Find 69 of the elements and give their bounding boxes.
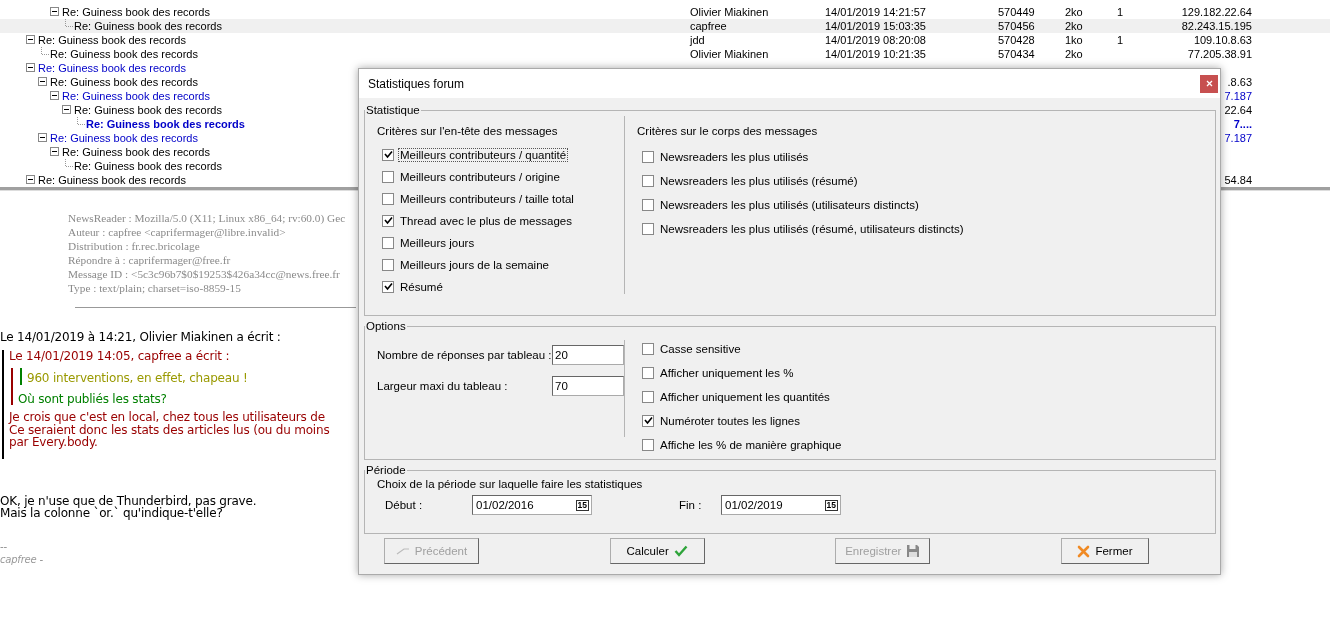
- message-header-line: Auteur : capfree <caprifermager@libre.invalid>: [68, 225, 287, 239]
- table-cell: 570434: [998, 48, 1035, 60]
- section-heading: Critères sur l'en-tête des messages: [377, 125, 559, 137]
- message-header-line: Type : text/plain; charset=iso-8859-15: [68, 281, 242, 295]
- table-cell: 2ko: [1065, 6, 1083, 18]
- table-cell: 570428: [998, 34, 1035, 46]
- message-header-line: Distribution : fr.rec.bricolage: [68, 239, 201, 253]
- table-cell: 7....: [1233, 118, 1252, 130]
- table-cell: 14/01/2019 08:20:08: [825, 34, 926, 46]
- table-cell: .8.63: [1227, 76, 1252, 88]
- date-label: Début :: [384, 499, 424, 511]
- period-description: Choix de la période sur laquelle faire les statistiques: [377, 478, 644, 490]
- table-cell: 2ko: [1065, 20, 1083, 32]
- table-cell: 2ko: [1065, 48, 1083, 60]
- thread-subject: Re: Guiness book des records: [86, 118, 245, 130]
- table-cell: Olivier Miakinen: [690, 48, 769, 60]
- thread-subject: Re: Guiness book des records: [74, 20, 222, 32]
- field-label: Nombre de réponses par tableau :: [377, 349, 552, 361]
- table-cell: 14/01/2019 14:21:57: [825, 6, 926, 18]
- section-heading: Critères sur le corps des messages: [637, 125, 819, 138]
- thread-subject: Re: Guiness book des records: [62, 146, 210, 158]
- table-cell: 1ko: [1065, 34, 1083, 46]
- group-legend: Période: [365, 464, 407, 476]
- table-cell: 14/01/2019 10:21:35: [825, 48, 926, 60]
- message-header-line: Message ID : <5c3c96b7$0$19253$426a34cc@news.free.fr: [68, 267, 341, 281]
- message-line: Ce seraient donc les stats des articles lus (ou du moins: [9, 423, 331, 436]
- table-cell: 7.187: [1224, 90, 1252, 102]
- message-line: Le 14/01/2019 à 14:21, Olivier Miakinen a écrit :: [0, 331, 282, 344]
- date-label: Fin :: [678, 499, 703, 511]
- message-line: OK, je n'use que de Thunderbird, pas grave.: [0, 494, 258, 507]
- group-legend: Statistique: [365, 104, 421, 116]
- table-cell: 82.243.15.195: [1181, 20, 1252, 32]
- signature-line: capfree -: [0, 552, 44, 566]
- thread-subject: Re: Guiness book des records: [38, 34, 186, 46]
- thread-subject: Re: Guiness book des records: [38, 174, 186, 186]
- thread-subject: Re: Guiness book des records: [38, 62, 186, 74]
- table-cell: capfree: [690, 20, 727, 32]
- table-cell: 129.182.22.64: [1181, 6, 1252, 18]
- dialog-title: Statistiques forum: [368, 76, 465, 91]
- message-line: 960 interventions, en effet, chapeau !: [27, 372, 249, 385]
- message-header-line: Répondre à : caprifermager@free.fr: [68, 253, 232, 267]
- thread-subject: Re: Guiness book des records: [74, 160, 222, 172]
- table-cell: 7.187: [1224, 132, 1252, 144]
- thread-subject: Re: Guiness book des records: [50, 48, 198, 60]
- message-line: Où sont publiés les stats?: [18, 392, 168, 405]
- signature-line: --: [0, 539, 8, 553]
- group-legend: Options: [365, 320, 407, 332]
- table-cell: jdd: [690, 34, 705, 46]
- message-line: Je crois que c'est en local, chez tous les utilisateurs de: [9, 411, 325, 424]
- thread-subject: Re: Guiness book des records: [62, 6, 210, 18]
- message-line: par Every.body.: [9, 436, 99, 449]
- table-cell: Olivier Miakinen: [690, 6, 769, 18]
- thread-subject: Re: Guiness book des records: [50, 76, 198, 88]
- message-header-line: NewsReader : Mozilla/5.0 (X11; Linux x86_64; rv:60.0) Gec: [68, 211, 347, 225]
- table-cell: 570456: [998, 20, 1035, 32]
- table-cell: 570449: [998, 6, 1035, 18]
- thread-subject: Re: Guiness book des records: [62, 90, 210, 102]
- message-line: Le 14/01/2019 14:05, capfree a écrit :: [9, 349, 231, 362]
- field-label: Largeur maxi du tableau :: [377, 380, 509, 392]
- thread-subject: Re: Guiness book des records: [50, 132, 198, 144]
- thread-subject: Re: Guiness book des records: [74, 104, 222, 116]
- table-cell: 22.64: [1224, 104, 1252, 116]
- table-cell: 1: [1117, 34, 1124, 46]
- table-cell: 109.10.8.63: [1193, 34, 1252, 46]
- table-cell: 77.205.38.91: [1187, 48, 1252, 60]
- table-cell: 54.84: [1224, 174, 1252, 186]
- table-cell: 1: [1117, 6, 1124, 18]
- table-cell: 14/01/2019 15:03:35: [825, 20, 926, 32]
- message-line: Mais la colonne `or.` qu'indique-t'elle?: [0, 507, 223, 520]
